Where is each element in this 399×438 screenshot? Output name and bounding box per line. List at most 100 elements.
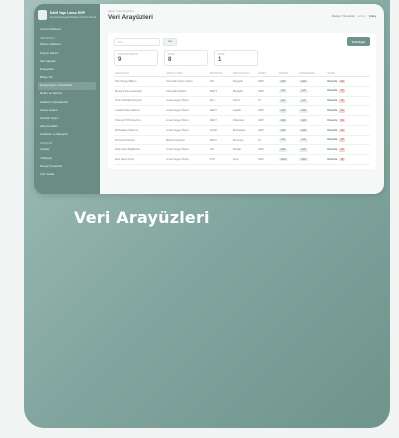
nav-section-title: ARAÇLAR [40, 142, 53, 146]
table-cell: Stoklar [231, 144, 258, 156]
table-cell: Muhasebe [231, 125, 258, 136]
status-badge: Aktif [278, 109, 288, 113]
sidebar-item[interactable]: Günlük Yapısı [38, 115, 96, 123]
delete-button[interactable]: Sil [339, 99, 346, 103]
edit-button[interactable]: Düzenle [327, 158, 337, 161]
sidebar-item[interactable]: Veri Ajanları [38, 58, 96, 66]
new-record-button[interactable]: Yeni Kayıt [346, 37, 370, 46]
sidebar-item[interactable]: Kayıtçı Ekranı [38, 49, 96, 57]
table-row[interactable]: Mesaj Posta Gateway'i Otomatik bildirim MQ… [114, 86, 370, 97]
table-cell: Lojistik Takip Sistemi [114, 105, 166, 117]
table-cell: İK [257, 135, 278, 146]
sidebar-item[interactable]: Sistem Şablonu [38, 41, 96, 49]
search-input[interactable]: Ara... [114, 37, 160, 46]
table-cell: Lineer Eşge Ölçüm [165, 96, 209, 107]
table-row[interactable]: Stok Depo Bağlantısı Lineer Eşge Ölçüm API… [114, 144, 370, 156]
table-cell: API [208, 144, 232, 156]
delete-button[interactable]: Sil [339, 148, 346, 152]
table-cell: Lineer Eşge Ölçüm [165, 125, 209, 136]
table-row[interactable]: Kök Sayaç Bilişim Otomatik ölçüm cihazı AP… [114, 76, 370, 87]
table-cell: REST [208, 105, 232, 117]
sidebar-item[interactable]: Ayarlar [38, 146, 96, 154]
sidebar-item[interactable]: Roller ve Sürücü [38, 90, 96, 98]
sync-cell: Aktif [298, 105, 327, 117]
table-cell: REST [208, 135, 232, 146]
sync-badge: Aktif [299, 109, 308, 113]
table-cell: Otomatik ölçüm cihazı [165, 76, 209, 87]
table-row[interactable]: Eski Kayıt Arşivi Lineer Eşge Ölçüm FTP Arş… [114, 154, 370, 166]
app-screenshot: Kâtif Yapı Lamo ERP Kurumsal Kaynak Plan… [34, 4, 384, 194]
delete-button[interactable]: Sil [339, 118, 346, 123]
sync-badge: Aktif [299, 119, 308, 123]
delete-button[interactable]: Sil [339, 128, 346, 133]
breadcrumb[interactable]: Admin / Veri Arayüzleri [108, 10, 153, 13]
sidebar-item[interactable]: Belge Tur [38, 74, 96, 82]
table-row[interactable]: Lojistik Takip Sistemi Lineer Eşge Ölçüm R… [114, 105, 370, 117]
status-cell: Aktif [277, 115, 299, 126]
sidebar-item[interactable]: Akış Kuralları [38, 123, 96, 131]
sync-badge: Aktif [299, 128, 308, 133]
stat-label: PASİF [218, 53, 225, 56]
edit-button[interactable]: Düzenle [327, 109, 337, 112]
delete-button[interactable]: Sil [339, 89, 346, 93]
status-badge: Aktif [278, 128, 288, 133]
sidebar-item[interactable]: Kontrol Merkezi [38, 26, 96, 34]
edit-button[interactable]: Düzenle [327, 148, 337, 151]
sidebar-item[interactable]: Dosya Yöneticisi [38, 163, 96, 171]
table-row[interactable]: Personel Devam Bordro Arayüzü REST Personel… [114, 135, 370, 146]
preview-card: Kâtif Yapı Lamo ERP Kurumsal Kaynak Plan… [24, 0, 390, 428]
sync-cell: Aktif [298, 115, 327, 126]
delete-button[interactable]: Sil [339, 108, 346, 113]
stat-label: TOPLAM ARAYÜZ [118, 53, 138, 56]
table-cell: Ödemeler [231, 115, 258, 126]
edit-button[interactable]: Düzenle [327, 80, 337, 83]
table-cell: Tartım Baskül Arayüzü [114, 96, 166, 107]
table-row[interactable]: Muhasebe Aktarımı Lineer Eşge Ölçüm SOAP Mu… [114, 125, 370, 136]
sync-badge: Pasif [299, 158, 309, 162]
table-cell: Personel [231, 135, 258, 146]
table-cell: ERP [257, 105, 278, 117]
edit-button[interactable]: Düzenle [327, 119, 337, 122]
stat-card-active: AKTİF 8 [164, 50, 208, 66]
table-cell: Bordro Arayüzü [165, 135, 209, 146]
actions-cell: Düzenle Sil [326, 144, 370, 156]
sync-cell: Aktif [298, 135, 327, 146]
sidebar-item[interactable]: Görev Listesi [38, 107, 96, 115]
actions-cell: Düzenle Sil [326, 125, 370, 136]
sidebar-item[interactable]: Analizler ve Raporlar [38, 131, 96, 139]
table-cell: Lineer Eşge Ölçüm [165, 105, 209, 117]
logo-icon [38, 10, 47, 20]
delete-button[interactable]: Sil [339, 79, 346, 84]
table-cell: Lineer Eşge Ölçüm [165, 115, 209, 126]
main-content: Admin / Veri Arayüzleri Veri Arayüzleri … [100, 4, 384, 194]
sidebar-item[interactable]: Kullanıcı Operatörleri [38, 98, 96, 106]
table-cell: ERP [257, 154, 278, 166]
sidebar-item[interactable]: Entegrasyon Yöneticileri [38, 82, 96, 91]
status-badge: Aktif [278, 119, 288, 123]
sync-badge: Aktif [299, 89, 308, 93]
brand-subtitle: Kurumsal Kaynak Planlama Yönetim Paneli [49, 15, 96, 19]
brand[interactable]: Kâtif Yapı Lamo ERP Kurumsal Kaynak Plan… [38, 10, 96, 20]
status-badge: Aktif [278, 138, 288, 142]
logout-button[interactable]: Çıkış [369, 14, 376, 18]
table-row[interactable]: Tartım Baskül Arayüzü Lineer Eşge Ölçüm Se… [114, 96, 370, 107]
table-cell: Mesajlar [231, 86, 258, 97]
edit-button[interactable]: Düzenle [327, 99, 337, 102]
edit-button[interactable]: Düzenle [327, 129, 337, 132]
sync-badge: Aktif [299, 80, 308, 84]
sidebar-item[interactable]: Entegrator [38, 66, 96, 74]
table-row[interactable]: Ödeme POS Arayüzü Lineer Eşge Ölçüm REST Öd… [114, 115, 370, 126]
table-cell: Lojistik [231, 105, 258, 117]
edit-button[interactable]: Düzenle [327, 89, 337, 92]
status-badge: Pasif [278, 158, 288, 162]
edit-button[interactable]: Düzenle [327, 138, 337, 141]
sidebar-item[interactable]: Yükleyici [38, 154, 96, 162]
sidebar-item[interactable]: Veri Yedek [38, 171, 96, 179]
stat-value: 9 [118, 57, 122, 63]
status-badge: Aktif [278, 89, 288, 93]
delete-button[interactable]: Sil [339, 138, 346, 142]
search-button[interactable]: Ara [163, 37, 178, 46]
table-body: Kök Sayaç Bilişim Otomatik ölçüm cihazı AP… [114, 76, 370, 166]
delete-button[interactable]: Sil [339, 157, 346, 162]
status-cell: Pasif [277, 154, 299, 166]
